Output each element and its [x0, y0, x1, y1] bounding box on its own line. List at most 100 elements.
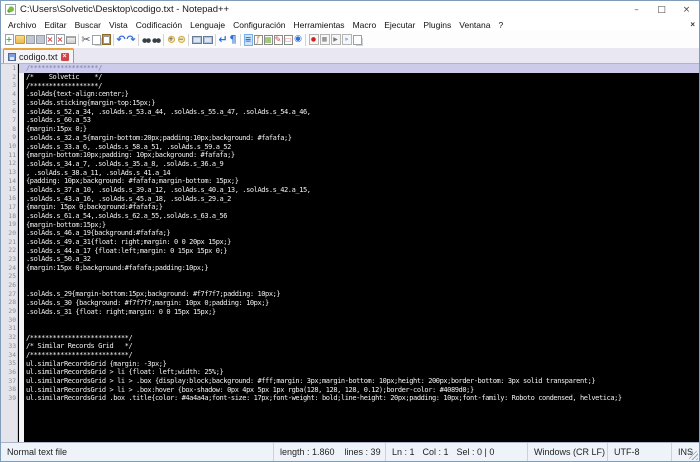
show-all-characters-icon[interactable]: ¶	[229, 34, 238, 46]
menu-item-buscar[interactable]: Buscar	[71, 20, 105, 30]
menu-item-herramientas[interactable]: Herramientas	[290, 20, 349, 30]
find-icon[interactable]	[141, 33, 151, 46]
status-cursor-position: Ln : 1 Col : 1 Sel : 0 | 0	[386, 443, 528, 461]
code-line[interactable]: 36 ul.similarRecordsGrid > li {float: lef…	[1, 368, 699, 377]
code-line[interactable]: 34 /**************************/	[1, 351, 699, 360]
code-line[interactable]: 25	[1, 273, 699, 282]
sync-vertical-scroll-icon[interactable]	[191, 35, 202, 44]
minimize-button[interactable]: –	[624, 1, 649, 18]
tab-codigo-txt[interactable]: codigo.txt ×	[3, 48, 74, 63]
copy-icon[interactable]	[91, 34, 101, 45]
code-line[interactable]: 20 .solAds.s_46.a_19{background:#fafafa;}	[1, 229, 699, 238]
close-file-icon[interactable]: ×	[45, 34, 55, 45]
code-line[interactable]: 5 .solAds.sticking{margin-top:15px;}	[1, 99, 699, 108]
code-line[interactable]: 31	[1, 325, 699, 334]
code-line[interactable]: 23 .solAds.s_50.a_32	[1, 255, 699, 264]
zoom-in-icon[interactable]: +	[166, 33, 176, 46]
indent-guide-icon[interactable]: ≡	[243, 33, 253, 46]
code-line[interactable]: 27 .solAds.s_29{margin-bottom:15px;backgr…	[1, 290, 699, 299]
code-line[interactable]: 32 /**************************/	[1, 333, 699, 342]
zoom-out-icon[interactable]: −	[176, 33, 186, 46]
line-number: 18	[8, 212, 16, 220]
menu-close-icon[interactable]: ×	[690, 20, 695, 29]
code-line[interactable]: 38 ul.similarRecordsGrid > li > .box:hove…	[1, 385, 699, 394]
code-line[interactable]: 37 ul.similarRecordsGrid > li > .box {dis…	[1, 377, 699, 386]
cut-icon[interactable]: ✂	[81, 34, 90, 46]
code-line[interactable]: 15 .solAds.s_37.a_10, .solAds.s_39.a_12, …	[1, 186, 699, 195]
close-button[interactable]: ×	[674, 1, 699, 18]
code-text: .solAds.s_52.a_34, .solAds.s_53.a_44, .s…	[26, 107, 311, 116]
paste-icon[interactable]	[101, 34, 111, 45]
menu-item-codificaci-n[interactable]: Codificación	[132, 20, 186, 30]
code-line[interactable]: 10 .solAds.s_33.a_6, .solAds.s_58.a_51, .…	[1, 142, 699, 151]
code-line[interactable]: 21 .solAds.s_49.a_31{float: right;margin:…	[1, 238, 699, 247]
code-line[interactable]: 14 {padding: 10px;background: #fafafa;mar…	[1, 177, 699, 186]
code-line[interactable]: 2 /* Solvetic */	[1, 73, 699, 82]
save-icon[interactable]	[25, 35, 35, 44]
code-line[interactable]: 24 {margin:15px 0;background:#fafafa;padd…	[1, 264, 699, 273]
folder-as-workspace-icon[interactable]: ▭	[283, 34, 293, 45]
function-list-icon[interactable]: ƒ	[253, 34, 263, 45]
document-map-icon[interactable]: ▦	[263, 34, 273, 45]
new-file-icon[interactable]: +	[4, 34, 14, 45]
menu-item-ventana[interactable]: Ventana	[455, 20, 494, 30]
code-line[interactable]: 6 .solAds.s_52.a_34, .solAds.s_53.a_44, .…	[1, 107, 699, 116]
menu-item-macro[interactable]: Macro	[349, 20, 381, 30]
status-encoding[interactable]: UTF-8	[608, 443, 672, 461]
code-line[interactable]: 17 {margin: 15px 0;background:#fafafa;}	[1, 203, 699, 212]
code-line[interactable]: 12 .solAds.s_34.a_7, .solAds.s_35.a_8, .s…	[1, 160, 699, 169]
code-line[interactable]: 7 .solAds.s_60.a_53	[1, 116, 699, 125]
macro-save-icon[interactable]	[352, 34, 362, 45]
status-insert-mode[interactable]: INS	[672, 443, 699, 461]
status-eol-format[interactable]: Windows (CR LF)	[528, 443, 608, 461]
code-line[interactable]: 29 .solAds.s_31 {float: right;margin: 0 0…	[1, 307, 699, 316]
menu-item-configuraci-n[interactable]: Configuración	[229, 20, 289, 30]
redo-icon[interactable]: ↷	[126, 34, 135, 46]
code-pane[interactable]: 1 /******************/ 2 /* Solvetic */ 3 /**…	[1, 64, 699, 442]
macro-play-icon[interactable]: ▶	[330, 34, 341, 45]
code-line[interactable]: 22 .solAds.s_44.a_17 {float:left;margin: …	[1, 246, 699, 255]
code-line[interactable]: 9 .solAds.s_32.a_5{margin-bottom:20px;pad…	[1, 134, 699, 143]
menu-item-archivo[interactable]: Archivo	[4, 20, 40, 30]
code-editor[interactable]: 1 /******************/ 2 /* Solvetic */ 3 /**…	[1, 64, 699, 442]
maximize-button[interactable]: □	[649, 1, 674, 18]
code-line[interactable]: 19 {margin-bottom:15px;}	[1, 220, 699, 229]
menu-item-editar[interactable]: Editar	[40, 20, 70, 30]
code-line[interactable]: 11 {margin-bottom:10px;padding: 10px;back…	[1, 151, 699, 160]
tab-close-icon[interactable]: ×	[60, 52, 69, 61]
save-all-icon[interactable]	[35, 35, 45, 44]
close-all-icon[interactable]: ×	[55, 34, 65, 45]
open-file-icon[interactable]	[14, 35, 25, 44]
undo-icon[interactable]: ↶	[116, 34, 125, 46]
replace-icon[interactable]	[151, 33, 161, 46]
code-line[interactable]: 18 .solAds.s_61.a_54,.solAds.s_62.a_55,.s…	[1, 212, 699, 221]
code-line[interactable]: 4 .solAds{text-align:center;}	[1, 90, 699, 99]
code-line[interactable]: 26	[1, 281, 699, 290]
code-line[interactable]: 13 , .solAds.s_38.a_11, .solAds.s_41.a_14	[1, 168, 699, 177]
macro-record-icon[interactable]: ●	[308, 34, 319, 45]
code-line[interactable]: 16 .solAds.s_43.a_16, .solAds.s_45.a_18, …	[1, 194, 699, 203]
resize-grip[interactable]	[689, 451, 698, 460]
word-wrap-icon[interactable]: ↵	[218, 34, 227, 46]
code-line[interactable]: 39 ul.similarRecordsGrid .box .title{colo…	[1, 394, 699, 403]
code-line[interactable]: 3 /******************/	[1, 81, 699, 90]
menu-item-vista[interactable]: Vista	[105, 20, 132, 30]
sync-horizontal-scroll-icon[interactable]	[202, 35, 213, 44]
menu-item-plugins[interactable]: Plugins	[419, 20, 455, 30]
menu-item-?[interactable]: ?	[494, 20, 507, 30]
code-line[interactable]: 35 ul.similarRecordsGrid {margin: -3px;}	[1, 359, 699, 368]
menu-item-ejecutar[interactable]: Ejecutar	[380, 20, 419, 30]
line-number: 3	[12, 82, 16, 90]
code-line[interactable]: 28 .solAds.s_30 {background: #f7f7f7;marg…	[1, 299, 699, 308]
macro-run-multiple-icon[interactable]: »	[341, 34, 352, 45]
code-line[interactable]: 1 /******************/	[1, 64, 699, 73]
code-line[interactable]: 8 {margin:15px 0;}	[1, 125, 699, 134]
document-switcher-icon[interactable]: ✎	[273, 34, 283, 45]
menu-item-lenguaje[interactable]: Lenguaje	[186, 20, 229, 30]
code-line[interactable]: 30	[1, 316, 699, 325]
monitoring-icon[interactable]: ◉	[294, 34, 303, 46]
print-icon[interactable]	[65, 35, 76, 44]
code-text: {margin:15px 0;background:#fafafa;paddin…	[26, 264, 209, 273]
macro-stop-icon[interactable]: ■	[319, 34, 330, 45]
code-line[interactable]: 33 /* Similar Records Grid */	[1, 342, 699, 351]
